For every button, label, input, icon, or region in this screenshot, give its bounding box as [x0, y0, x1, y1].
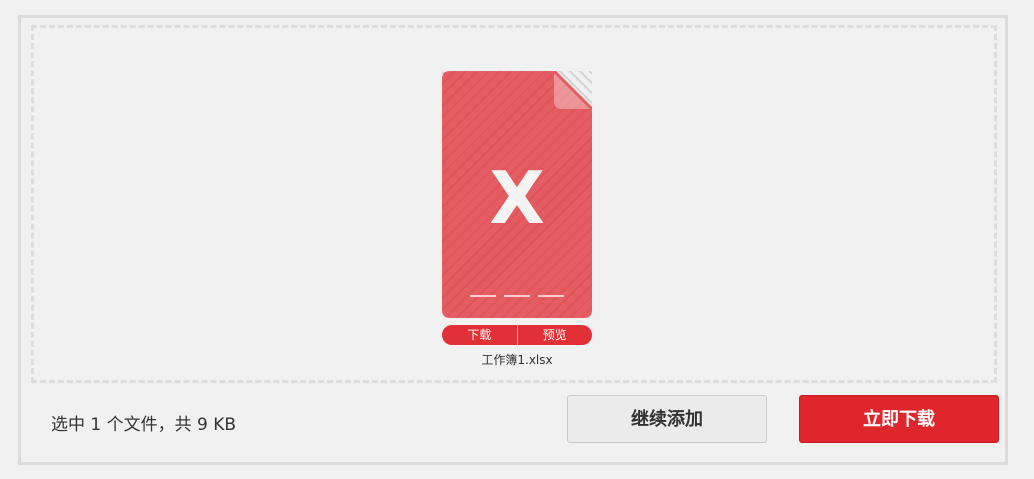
xlsx-file-icon: X: [442, 71, 592, 318]
continue-add-button[interactable]: 继续添加: [567, 395, 767, 443]
file-type-letter: X: [489, 156, 545, 240]
file-card: X 下载 预览 工作簿1.xlsx: [442, 71, 592, 368]
file-actions: 下载 预览: [442, 325, 592, 345]
file-panel: X 下载 预览 工作簿1.xlsx 选中 1 个文件，共 9 KB 继续添加 立…: [18, 15, 1008, 465]
file-download-button[interactable]: 下载: [442, 325, 517, 345]
file-preview-button[interactable]: 预览: [516, 325, 593, 345]
selection-status: 选中 1 个文件，共 9 KB: [51, 415, 237, 435]
download-now-button[interactable]: 立即下载: [799, 395, 999, 443]
file-name: 工作簿1.xlsx: [481, 353, 553, 367]
file-dropzone[interactable]: X 下载 预览 工作簿1.xlsx: [31, 25, 997, 383]
